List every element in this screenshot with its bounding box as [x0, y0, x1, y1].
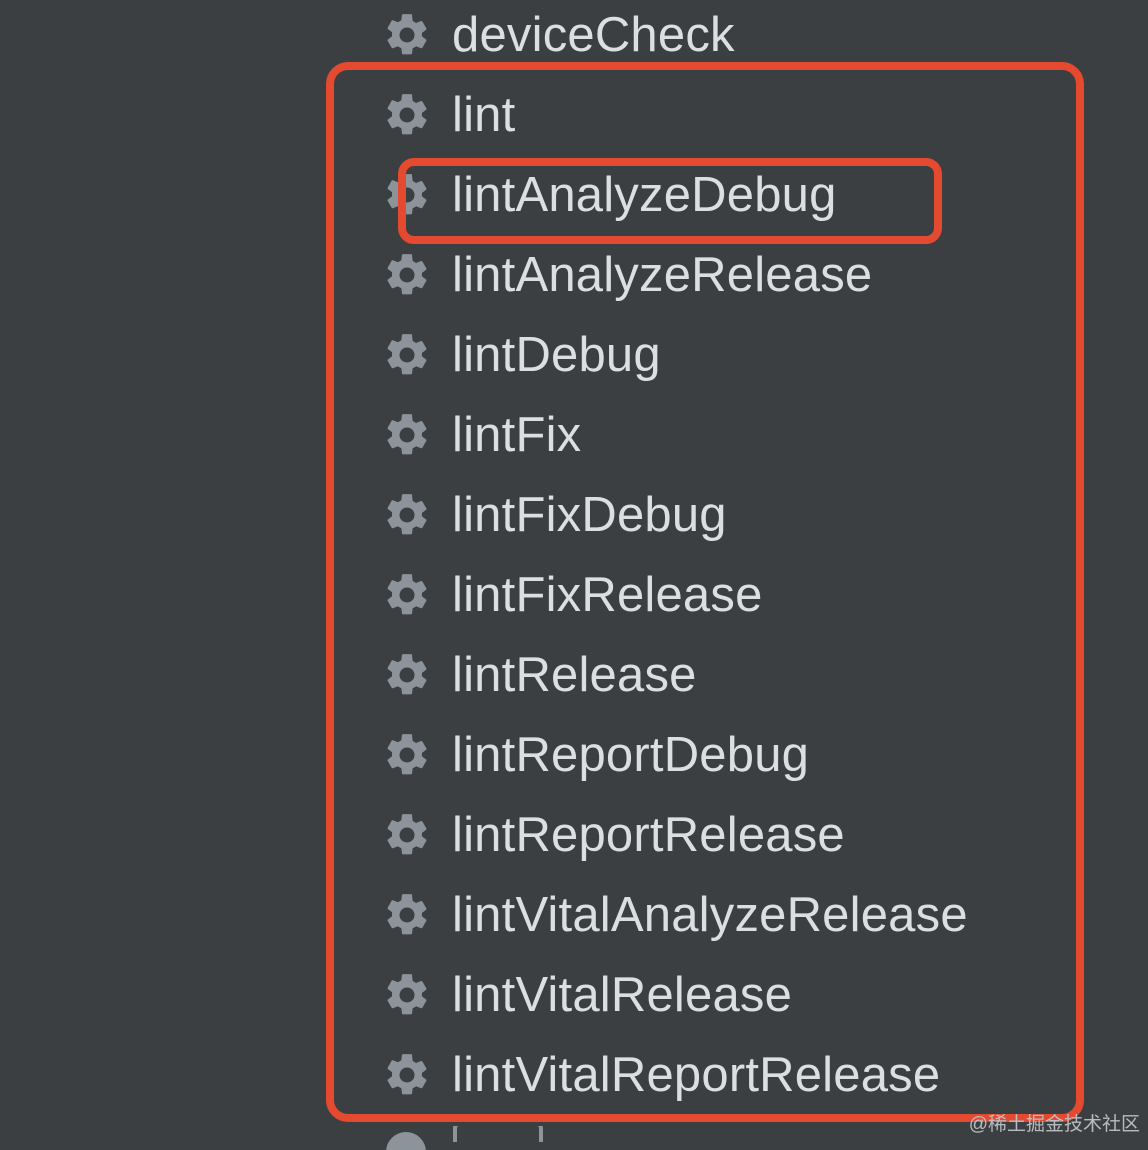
gear-icon: [380, 728, 434, 782]
task-label: lintFix: [452, 407, 582, 462]
task-item-lintVitalRelease[interactable]: lintVitalRelease: [380, 955, 1080, 1035]
task-label: lintRelease: [452, 647, 697, 702]
partial-task-label: [453, 1126, 543, 1142]
gear-icon: [380, 568, 434, 622]
gear-icon: [380, 888, 434, 942]
gear-icon: [380, 648, 434, 702]
gear-icon: [380, 248, 434, 302]
task-item-deviceCheck[interactable]: deviceCheck: [380, 0, 1080, 75]
task-label: lintFixRelease: [452, 567, 763, 622]
task-item-lintVitalReportRelease[interactable]: lintVitalReportRelease: [380, 1035, 1080, 1115]
task-item-lintRelease[interactable]: lintRelease: [380, 635, 1080, 715]
task-label: lintVitalRelease: [452, 967, 793, 1022]
watermark: @稀土掘金技术社区: [968, 1114, 1140, 1135]
task-item-lintDebug[interactable]: lintDebug: [380, 315, 1080, 395]
task-item-lintReportDebug[interactable]: lintReportDebug: [380, 715, 1080, 795]
gradle-task-list: deviceCheck lint lintAnalyzeDebug lintAn…: [0, 0, 1148, 1150]
task-item-lintAnalyzeDebug[interactable]: lintAnalyzeDebug: [380, 155, 1080, 235]
task-label: lintAnalyzeRelease: [452, 247, 873, 302]
task-label: lintVitalReportRelease: [452, 1047, 941, 1102]
task-label: lintFixDebug: [452, 487, 727, 542]
gear-icon: [380, 968, 434, 1022]
task-item-lintFix[interactable]: lintFix: [380, 395, 1080, 475]
task-item-lint[interactable]: lint: [380, 75, 1080, 155]
gear-icon: [380, 408, 434, 462]
gear-icon: [380, 488, 434, 542]
gear-icon: [380, 808, 434, 862]
task-label: lint: [452, 87, 516, 142]
task-label: lintVitalAnalyzeRelease: [452, 887, 968, 942]
task-item-lintReportRelease[interactable]: lintReportRelease: [380, 795, 1080, 875]
gear-icon: [380, 8, 434, 62]
gear-icon: [380, 1048, 434, 1102]
gear-icon: [380, 88, 434, 142]
task-item-lintFixDebug[interactable]: lintFixDebug: [380, 475, 1080, 555]
gear-icon-partial: [386, 1132, 426, 1150]
task-item-lintVitalAnalyzeRelease[interactable]: lintVitalAnalyzeRelease: [380, 875, 1080, 955]
task-label: deviceCheck: [452, 7, 735, 62]
gear-icon: [380, 168, 434, 222]
task-label: lintDebug: [452, 327, 661, 382]
gear-icon: [380, 328, 434, 382]
partial-task-item: [380, 1126, 600, 1150]
task-item-lintAnalyzeRelease[interactable]: lintAnalyzeRelease: [380, 235, 1080, 315]
task-label: lintReportRelease: [452, 807, 845, 862]
task-item-lintFixRelease[interactable]: lintFixRelease: [380, 555, 1080, 635]
task-label: lintAnalyzeDebug: [452, 167, 837, 222]
task-label: lintReportDebug: [452, 727, 810, 782]
